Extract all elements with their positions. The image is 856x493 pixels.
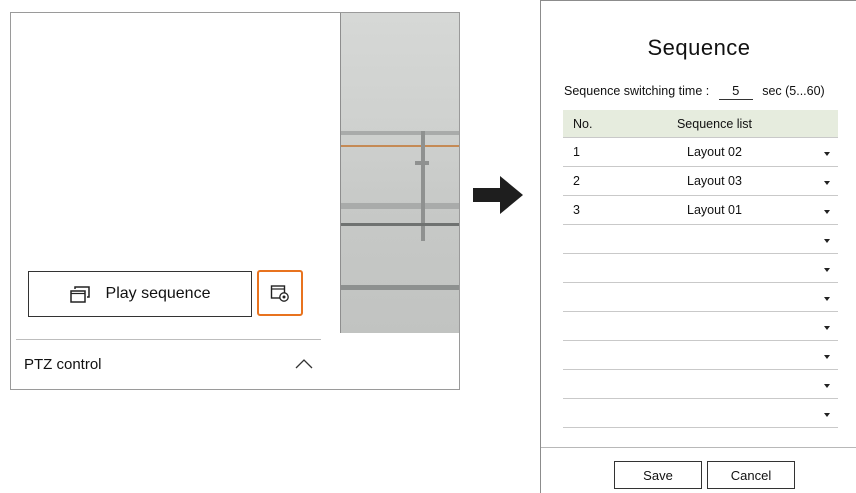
table-row[interactable]: 1 Layout 02 [563,137,838,167]
caret-down-icon[interactable] [816,398,838,428]
ptz-control-label: PTZ control [24,356,102,373]
camera-preview [340,13,459,333]
row-number [563,369,613,399]
table-row[interactable] [563,253,838,283]
column-header-no: No. [563,110,613,138]
switching-time-label: Sequence switching time : [564,84,710,98]
table-row[interactable]: 2 Layout 03 [563,166,838,196]
save-button[interactable]: Save [614,461,702,489]
caret-down-icon[interactable] [816,369,838,399]
table-row[interactable] [563,311,838,341]
layout-select[interactable] [613,224,816,254]
table-row[interactable] [563,282,838,312]
caret-down-icon[interactable] [816,282,838,312]
switching-time-unit: sec (5...60) [762,84,825,98]
row-number [563,253,613,283]
row-number: 2 [563,166,613,196]
row-number [563,224,613,254]
layout-select[interactable] [613,253,816,283]
ptz-control-row[interactable]: PTZ control [11,340,321,389]
caret-down-icon[interactable] [816,166,838,196]
row-number [563,340,613,370]
row-number [563,398,613,428]
caret-down-icon[interactable] [816,340,838,370]
play-sequence-button[interactable]: Play sequence [28,271,252,317]
layout-select[interactable] [613,340,816,370]
table-row[interactable] [563,369,838,399]
switching-time-input[interactable]: 5 [718,83,753,100]
live-view-panel: Play sequence PTZ control [10,12,460,390]
sequence-table: No. Sequence list 1 Layout 02 2 Layout 0… [563,110,838,428]
layout-select[interactable] [613,282,816,312]
layout-select[interactable]: Layout 03 [613,166,816,196]
table-row[interactable] [563,224,838,254]
cancel-button[interactable]: Cancel [707,461,795,489]
table-row[interactable] [563,340,838,370]
caret-down-icon[interactable] [816,137,838,167]
row-number: 1 [563,137,613,167]
layout-select[interactable] [613,369,816,399]
table-header: No. Sequence list [563,110,838,138]
caret-down-icon[interactable] [816,224,838,254]
dialog-footer-divider [541,447,856,448]
row-number [563,282,613,312]
right-arrow-icon [473,176,523,214]
caret-down-icon[interactable] [816,253,838,283]
sequence-settings-button[interactable] [257,270,303,316]
switching-time-row: Sequence switching time : 5 sec (5...60) [564,83,825,100]
play-sequence-label: Play sequence [105,285,211,302]
layout-select[interactable] [613,398,816,428]
row-number [563,311,613,341]
chevron-up-icon[interactable] [295,358,313,370]
layout-select[interactable]: Layout 02 [613,137,816,167]
layout-select[interactable] [613,311,816,341]
column-header-sequence-list: Sequence list [613,110,816,138]
caret-down-icon[interactable] [816,311,838,341]
table-row[interactable] [563,398,838,428]
layout-select[interactable]: Layout 01 [613,195,816,225]
row-number: 3 [563,195,613,225]
dialog-title: Sequence [647,35,751,60]
sequence-dialog: Sequence Sequence switching time : 5 sec… [540,0,856,493]
windows-stack-icon [69,286,90,303]
table-row[interactable]: 3 Layout 01 [563,195,838,225]
caret-down-icon[interactable] [816,195,838,225]
window-gear-icon [270,285,289,302]
